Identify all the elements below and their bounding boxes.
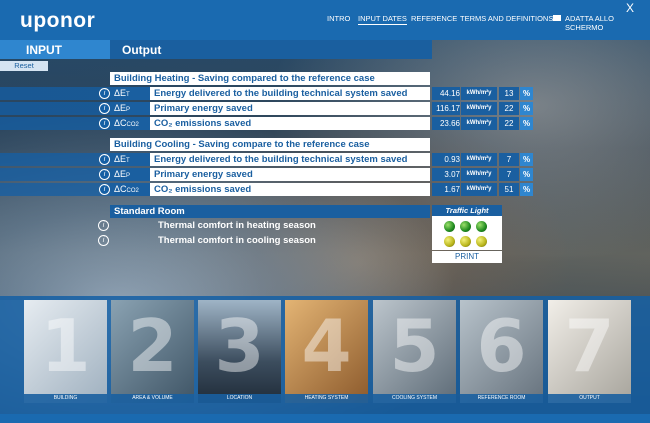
standard-room-title: Standard Room (110, 205, 430, 218)
step-tile-output[interactable]: 7 OUTPUT (548, 300, 631, 403)
cooling-section-title: Building Cooling - Saving compare to the… (110, 138, 430, 151)
traffic-light-header: Traffic Light (432, 205, 502, 216)
heating-row-energy: i ΔET Energy delivered to the building t… (0, 87, 430, 100)
symbol: ΔET (110, 87, 150, 100)
unit: kWh/m²y (461, 153, 497, 166)
percent-sign: % (520, 153, 533, 166)
percent: 22 (499, 102, 519, 115)
heating-row-co2: i ΔCCO2 CO₂ emissions saved (0, 117, 430, 130)
step-tile-area-volume[interactable]: 2 AREA & VOLUME (111, 300, 194, 403)
heating-row-primary: i ΔEP Primary energy saved (0, 102, 430, 115)
reset-button[interactable]: Reset (0, 61, 48, 71)
unit: kWh/m²y (461, 183, 497, 196)
close-icon[interactable]: X (626, 1, 634, 15)
fit-screen-icon[interactable] (553, 15, 561, 21)
green-light-icon (460, 221, 471, 232)
comfort-heating-row: i Thermal comfort in heating season (98, 219, 430, 232)
info-icon[interactable]: i (98, 220, 109, 231)
green-light-icon (476, 221, 487, 232)
symbol: ΔEP (110, 168, 150, 181)
symbol: ΔEP (110, 102, 150, 115)
percent: 7 (499, 153, 519, 166)
percent: 7 (499, 168, 519, 181)
symbol: ΔCCO2 (110, 183, 150, 196)
row-label: Energy delivered to the building technic… (150, 87, 430, 100)
percent-sign: % (520, 117, 533, 130)
value: 0.93 (432, 153, 460, 166)
nav-fit-screen[interactable]: ADATTA ALLO SCHERMO (565, 14, 650, 32)
percent: 13 (499, 87, 519, 100)
unit: kWh/m²y (461, 168, 497, 181)
cooling-row-co2: i ΔCCO2 CO₂ emissions saved (0, 183, 430, 196)
percent: 51 (499, 183, 519, 196)
info-icon[interactable]: i (99, 184, 110, 195)
nav-reference[interactable]: REFERENCE (411, 14, 457, 23)
print-button[interactable]: PRINT (432, 251, 502, 263)
uponor-logo: uponor (20, 9, 96, 32)
green-light-icon (444, 221, 455, 232)
nav-input-dates[interactable]: INPUT DATES (358, 14, 407, 25)
step-tile-building[interactable]: 1 BUILDING (24, 300, 107, 403)
row-label: Primary energy saved (150, 168, 430, 181)
info-icon[interactable]: i (99, 103, 110, 114)
value: 44.16 (432, 87, 460, 100)
info-icon[interactable]: i (99, 88, 110, 99)
row-label: Thermal comfort in heating season (158, 220, 316, 231)
yellow-light-icon (444, 236, 455, 247)
tab-input[interactable]: INPUT (0, 40, 110, 59)
info-icon[interactable]: i (99, 154, 110, 165)
symbol: ΔCCO2 (110, 117, 150, 130)
value: 3.07 (432, 168, 460, 181)
percent-sign: % (520, 87, 533, 100)
comfort-cooling-row: i Thermal comfort in cooling season (98, 234, 430, 247)
heating-section-title: Building Heating - Saving compared to th… (110, 72, 430, 85)
symbol: ΔET (110, 153, 150, 166)
step-tile-heating-system[interactable]: 4 HEATING SYSTEM (285, 300, 368, 403)
nav-terms[interactable]: TERMS AND DEFINITIONS (460, 14, 553, 23)
unit: kWh/m²y (461, 87, 497, 100)
yellow-light-icon (460, 236, 471, 247)
value: 23.66 (432, 117, 460, 130)
tab-output[interactable]: Output (110, 40, 432, 59)
nav-intro[interactable]: INTRO (327, 14, 350, 23)
row-label: Primary energy saved (150, 102, 430, 115)
row-label: Thermal comfort in cooling season (158, 235, 316, 246)
percent-sign: % (520, 102, 533, 115)
top-header: uponor INTRO INPUT DATES REFERENCE TERMS… (0, 0, 650, 40)
cooling-row-energy: i ΔET Energy delivered to the building t… (0, 153, 430, 166)
yellow-light-icon (476, 236, 487, 247)
unit: kWh/m²y (461, 117, 497, 130)
cooling-row-primary: i ΔEP Primary energy saved (0, 168, 430, 181)
footer-bar (0, 414, 650, 423)
row-label: CO₂ emissions saved (150, 117, 430, 130)
step-tile-reference-room[interactable]: 6 REFERENCE ROOM (460, 300, 543, 403)
row-label: CO₂ emissions saved (150, 183, 430, 196)
value: 116.17 (432, 102, 460, 115)
info-icon[interactable]: i (98, 235, 109, 246)
percent-sign: % (520, 183, 533, 196)
step-tile-cooling-system[interactable]: 5 COOLING SYSTEM (373, 300, 456, 403)
percent: 22 (499, 117, 519, 130)
percent-sign: % (520, 168, 533, 181)
info-icon[interactable]: i (99, 118, 110, 129)
traffic-light-panel (432, 216, 502, 250)
row-label: Energy delivered to the building technic… (150, 153, 430, 166)
unit: kWh/m²y (461, 102, 497, 115)
step-tile-location[interactable]: 3 LOCATION (198, 300, 281, 403)
value: 1.67 (432, 183, 460, 196)
info-icon[interactable]: i (99, 169, 110, 180)
